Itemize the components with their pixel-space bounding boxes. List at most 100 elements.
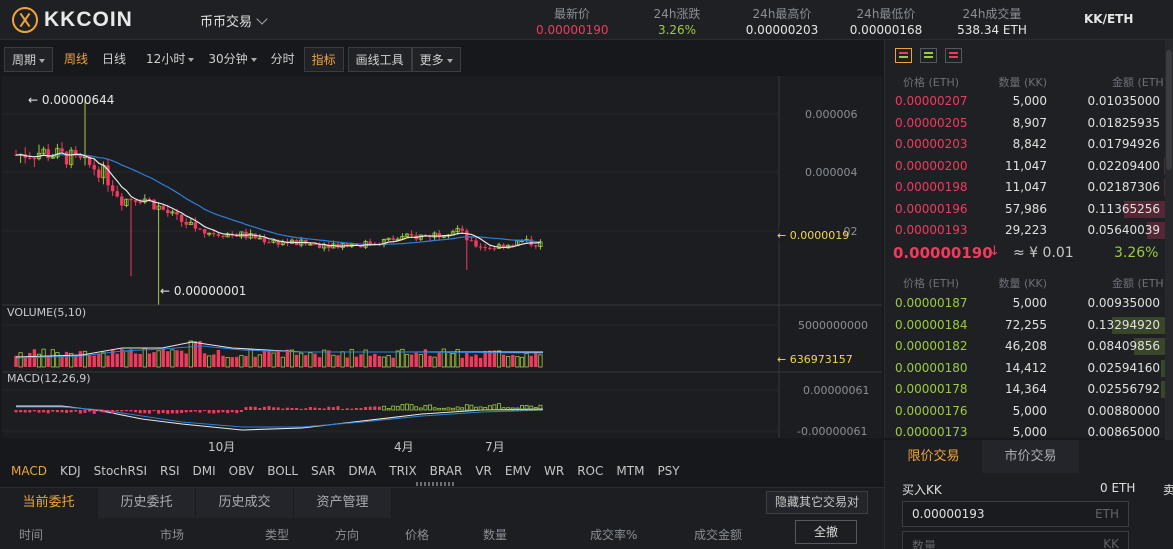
indicator-dmi[interactable]: DMI (193, 464, 216, 478)
tab-current-orders[interactable]: 当前委托 (0, 488, 98, 518)
stat-label: 24h最高价 (752, 7, 812, 21)
cancel-all-button[interactable]: 全撤 (795, 520, 857, 544)
indicator-stochrsi[interactable]: StochRSI (94, 464, 147, 478)
candle-body (64, 151, 69, 165)
indicator-trix[interactable]: TRIX (389, 464, 416, 478)
volume-bar (216, 349, 221, 367)
volume-bar (280, 356, 285, 368)
caret-down-icon (250, 57, 257, 62)
macd-bar (198, 410, 202, 413)
orderbook-both-icon[interactable] (895, 48, 912, 63)
asks-header: 价格 (ETH) 数量 (KK) 金额 (ETH) (885, 74, 1173, 92)
weekly-button[interactable]: 周线 (57, 47, 95, 72)
indicator-sar[interactable]: SAR (311, 464, 335, 478)
tab-market-order[interactable]: 市价交易 (982, 440, 1079, 473)
indicator-dma[interactable]: DMA (348, 464, 376, 478)
bid-row[interactable]: 0.00000182 46,208 0.08409856 (885, 336, 1173, 357)
stat-24h-low: 24h最低价 0.00000168 (848, 5, 924, 37)
volume-bar (501, 354, 506, 367)
macd-bar (152, 410, 156, 412)
bid-row[interactable]: 0.00000187 5,000 0.00935000 (885, 293, 1173, 314)
indicator-vr[interactable]: VR (475, 464, 492, 478)
kline-chart-svg[interactable]: ← 0.00000644 ← 0.00000001 0.000006 0.000… (2, 76, 882, 438)
ask-row[interactable]: 0.00000200 11,047 0.02209400 (885, 156, 1173, 177)
12h-dropdown[interactable]: 12小时 (139, 47, 201, 72)
draw-tools-button[interactable]: 画线工具 (347, 47, 412, 72)
macd-bar (19, 410, 23, 413)
indicator-obv[interactable]: OBV (229, 464, 255, 478)
volume-bar (289, 349, 295, 368)
ask-row[interactable]: 0.00000196 57,986 0.11365256 (885, 199, 1173, 220)
macd-bar (350, 408, 354, 410)
indicator-wr[interactable]: WR (544, 464, 564, 478)
tab-trade-history[interactable]: 历史成交 (196, 488, 294, 518)
volume-bar (285, 349, 290, 367)
volume-bar (212, 354, 216, 367)
macd-bar (382, 405, 386, 411)
indicator-kdj[interactable]: KDJ (60, 464, 81, 478)
indicator-psy[interactable]: PSY (657, 464, 679, 478)
indicator-boll[interactable]: BOLL (267, 464, 298, 478)
bid-row[interactable]: 0.00000180 14,412 0.02594160 (885, 358, 1173, 379)
candle-body (317, 244, 322, 249)
30m-dropdown[interactable]: 30分钟 (201, 47, 263, 72)
indicator-tabs: MACD KDJ StochRSI RSI DMI OBV BOLL SAR D… (0, 459, 884, 483)
candle-body (465, 230, 469, 241)
order-book: 价格 (ETH) 数量 (KK) 金额 (ETH) 0.00000207 5,00… (884, 40, 1173, 441)
x-tick-label: 4月 (394, 440, 414, 454)
buy-price-input[interactable]: 0.00000193 ETH (902, 501, 1129, 527)
ask-row[interactable]: 0.00000203 8,842 0.01794926 (885, 134, 1173, 155)
tab-limit-order[interactable]: 限价交易 (885, 440, 982, 473)
macd-bar (161, 410, 165, 413)
macd-bar (170, 410, 174, 414)
market-menu[interactable]: 币币交易 (200, 11, 268, 30)
ask-row[interactable]: 0.00000198 11,047 0.02187306 (885, 177, 1173, 198)
bid-price: 0.00000173 (895, 425, 968, 439)
orderbook-bids-icon[interactable] (920, 48, 937, 63)
macd-bar (180, 410, 184, 413)
bid-row[interactable]: 0.00000178 14,364 0.02556792 (885, 379, 1173, 400)
volume-bar (244, 355, 248, 367)
trading-pair-selector[interactable]: KK/ETH (1084, 12, 1133, 26)
ask-qty: 11,047 (1005, 180, 1047, 194)
candle-body (474, 240, 478, 247)
ask-row[interactable]: 0.00000193 29,223 0.05640039 (885, 220, 1173, 241)
column-header-total: 成交金额 (694, 528, 743, 542)
bid-row[interactable]: 0.00000184 72,255 0.13294920 (885, 315, 1173, 336)
indicator-brar[interactable]: BRAR (430, 464, 463, 478)
scrollbar-thumb[interactable] (1166, 50, 1172, 170)
bid-row[interactable]: 0.00000176 5,000 0.00880000 (885, 401, 1173, 422)
buy-quantity-input[interactable]: 数量 KK (902, 531, 1129, 549)
indicator-button[interactable]: 指标 (303, 47, 344, 72)
brand-logo[interactable]: KKCOIN (12, 7, 133, 33)
volume-bar (313, 353, 317, 367)
orderbook-scrollbar[interactable] (1165, 40, 1173, 440)
daily-button[interactable]: 日线 (95, 47, 133, 72)
indicator-macd[interactable]: MACD (11, 464, 47, 478)
tab-order-history[interactable]: 历史委托 (98, 488, 196, 518)
kline-chart[interactable]: ← 0.00000644 ← 0.00000001 0.000006 0.000… (2, 76, 882, 438)
ask-row[interactable]: 0.00000205 8,907 0.01825935 (885, 113, 1173, 134)
indicator-rsi[interactable]: RSI (160, 464, 180, 478)
ask-row[interactable]: 0.00000207 5,000 0.01035000 (885, 91, 1173, 112)
ask-qty: 11,047 (1005, 158, 1047, 173)
volume-bar (519, 356, 525, 368)
more-dropdown[interactable]: 更多 (411, 47, 461, 72)
indicator-emv[interactable]: EMV (505, 464, 531, 478)
volume-bar (524, 353, 529, 368)
indicator-roc[interactable]: ROC (577, 464, 603, 478)
macd-bar (14, 410, 18, 413)
indicator-mtm[interactable]: MTM (616, 464, 644, 478)
macd-bar (322, 408, 326, 410)
volume-bar (450, 353, 456, 368)
volume-bar (340, 351, 345, 368)
hide-other-pairs-button[interactable]: 隐藏其它交易对 (766, 491, 869, 514)
time-sharing-button[interactable]: 分时 (264, 47, 302, 72)
volume-bar (175, 350, 179, 367)
tab-asset-management[interactable]: 资产管理 (294, 488, 392, 518)
orderbook-asks-icon[interactable] (945, 48, 962, 63)
period-dropdown[interactable]: 周期 (4, 47, 54, 72)
volume-bar (32, 349, 37, 367)
resize-handle[interactable] (416, 482, 454, 486)
macd-bar (28, 410, 32, 413)
